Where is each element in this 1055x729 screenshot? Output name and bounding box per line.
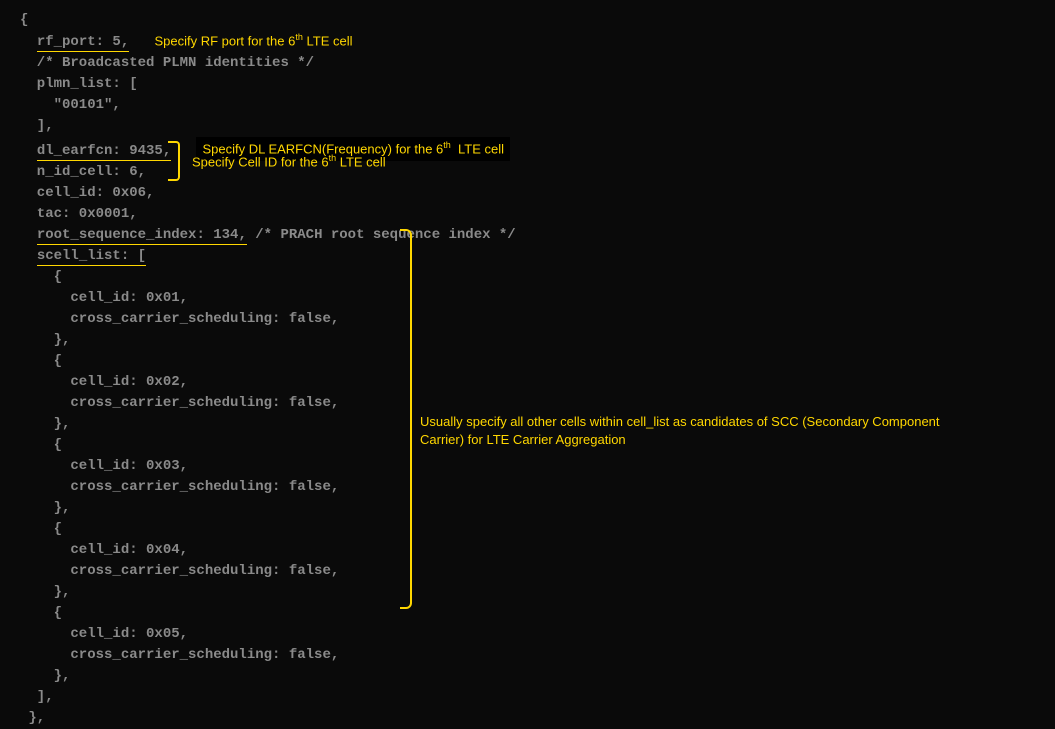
code-line-plmn-comment: /* Broadcasted PLMN identities */ bbox=[20, 53, 1035, 74]
code-line-plmn-close: ], bbox=[20, 116, 1035, 137]
annotation-cellid: Specify Cell ID for the 6th LTE cell bbox=[192, 152, 386, 172]
code-line: cell_id: 0x05, bbox=[20, 624, 1035, 645]
code-line: { bbox=[20, 603, 1035, 624]
code-line: cell_id: 0x03, bbox=[20, 456, 1035, 477]
bracket-cellid bbox=[168, 141, 180, 181]
code-line: }, bbox=[20, 666, 1035, 687]
annotation-rfport: Specify RF port for the 6th LTE cell bbox=[154, 31, 352, 51]
scell-list-text: scell_list: [ bbox=[37, 248, 146, 266]
code-line-plmn-open: plmn_list: [ bbox=[20, 74, 1035, 95]
code-line: }, bbox=[20, 330, 1035, 351]
code-line-scell-open: scell_list: [ bbox=[20, 246, 1035, 267]
code-line-rootseq: root_sequence_index: 134, /* PRACH root … bbox=[20, 225, 1035, 246]
code-line: cell_id: 0x02, bbox=[20, 372, 1035, 393]
code-line-closebrace: }, bbox=[20, 708, 1035, 729]
dl-earfcn-text: dl_earfcn: 9435, bbox=[37, 143, 171, 161]
code-line-plmn-val: "00101", bbox=[20, 95, 1035, 116]
code-line-scell-close: ], bbox=[20, 687, 1035, 708]
code-line-open: { bbox=[20, 10, 1035, 31]
code-line: { bbox=[20, 519, 1035, 540]
code-line: cross_carrier_scheduling: false, bbox=[20, 561, 1035, 582]
code-line: cell_id: 0x04, bbox=[20, 540, 1035, 561]
code-line: }, bbox=[20, 582, 1035, 603]
code-line-rfport: rf_port: 5, Specify RF port for the 6th … bbox=[20, 31, 1035, 53]
code-line: cross_carrier_scheduling: false, bbox=[20, 645, 1035, 666]
code-line: }, bbox=[20, 498, 1035, 519]
code-line: cross_carrier_scheduling: false, bbox=[20, 309, 1035, 330]
code-line-cellid: cell_id: 0x06, bbox=[20, 183, 1035, 204]
rf-port-text: rf_port: 5, bbox=[37, 34, 129, 52]
code-line: { bbox=[20, 267, 1035, 288]
code-line: cross_carrier_scheduling: false, bbox=[20, 393, 1035, 414]
annotation-scell: Usually specify all other cells within c… bbox=[420, 413, 980, 448]
bracket-scell bbox=[400, 229, 412, 609]
code-line: cell_id: 0x01, bbox=[20, 288, 1035, 309]
code-line: { bbox=[20, 351, 1035, 372]
code-line: cross_carrier_scheduling: false, bbox=[20, 477, 1035, 498]
code-line-tac: tac: 0x0001, bbox=[20, 204, 1035, 225]
root-seq-text: root_sequence_index: 134, bbox=[37, 227, 247, 245]
